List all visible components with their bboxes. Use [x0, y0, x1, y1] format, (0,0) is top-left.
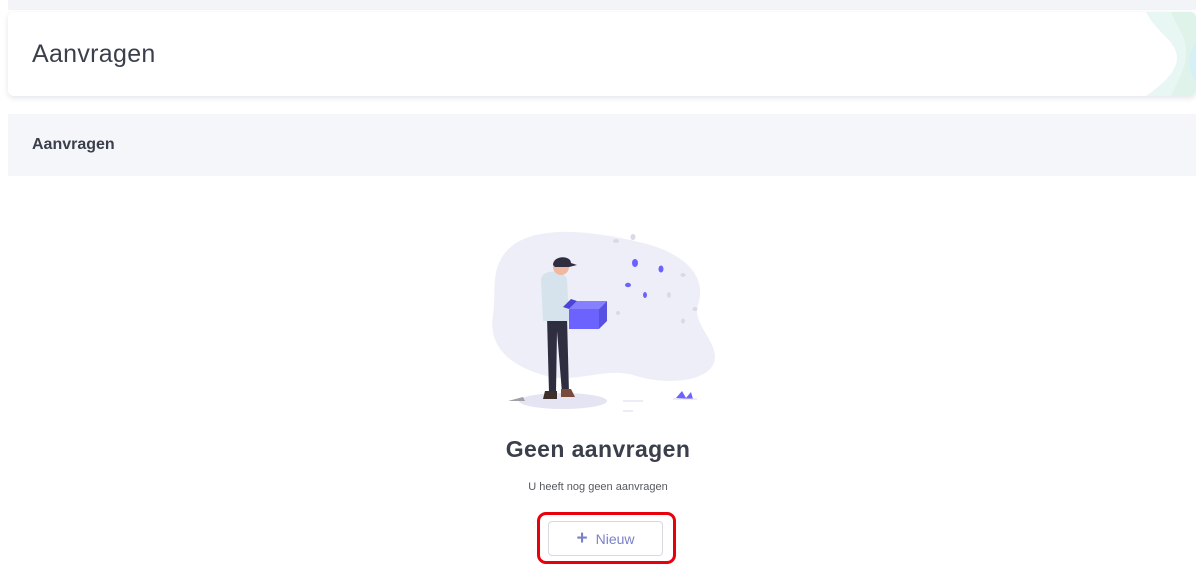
new-request-button[interactable]: + Nieuw: [548, 521, 663, 556]
page-title: Aanvragen: [32, 40, 156, 68]
empty-state-title: Geen aanvragen: [505, 436, 691, 462]
empty-box-illustration: [492, 231, 715, 412]
section-header: Aanvragen: [8, 114, 1196, 176]
plus-icon: +: [576, 528, 588, 549]
top-strip: [8, 0, 1196, 10]
page-header: Aanvragen: [8, 12, 1196, 96]
section-title: Aanvragen: [32, 136, 115, 153]
empty-state-subtitle: U heeft nog geen aanvragen: [528, 481, 668, 493]
header-decoration: [1146, 12, 1196, 96]
new-button-label: Nieuw: [595, 530, 635, 547]
